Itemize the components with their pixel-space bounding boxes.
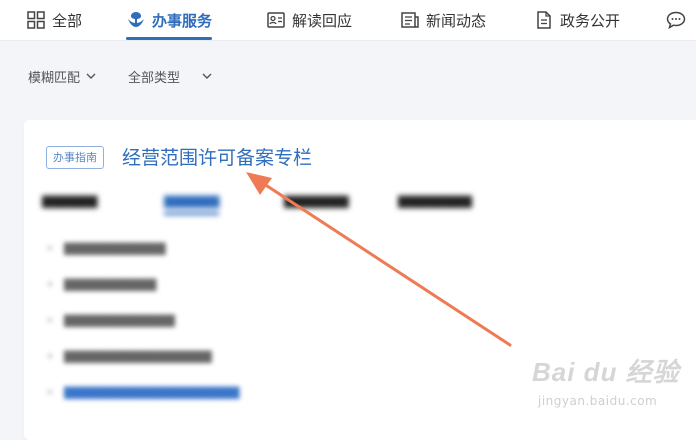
- tab-news-label: 新闻动态: [426, 11, 487, 30]
- result-subtab[interactable]: ▇▇▇▇▇▇▇: [284, 190, 349, 212]
- chat-bubble-icon: [666, 10, 686, 30]
- result-subtab-active[interactable]: ▇▇▇▇▇▇: [164, 190, 220, 215]
- result-title-link[interactable]: 经营范围许可备案专栏: [122, 146, 312, 170]
- grid-icon: [26, 10, 46, 30]
- newspaper-icon: [400, 10, 420, 30]
- match-mode-label: 模糊匹配: [28, 70, 81, 86]
- tab-news[interactable]: 新闻动态: [400, 0, 486, 40]
- list-item[interactable]: ▇▇▇▇▇▇▇▇▇▇▇▇: [48, 302, 648, 338]
- service-emblem-icon: [126, 10, 146, 30]
- result-subtab[interactable]: ▇▇▇▇▇▇▇▇: [398, 190, 472, 212]
- watermark-site: jingyan.baidu.com: [538, 394, 658, 408]
- chevron-down-icon: [202, 73, 212, 79]
- filter-bar: 模糊匹配 全部类型: [0, 58, 696, 94]
- match-mode-dropdown[interactable]: 模糊匹配: [28, 58, 96, 94]
- type-dropdown[interactable]: 全部类型: [128, 58, 212, 94]
- category-tabs: 全部 办事服务 解读回应 新闻动态 政务公开: [0, 0, 696, 41]
- tab-service[interactable]: 办事服务: [126, 0, 213, 40]
- chevron-down-icon: [86, 73, 96, 79]
- tab-affairs-label: 政务公开: [560, 11, 621, 30]
- tab-service-label: 办事服务: [152, 11, 213, 30]
- id-card-icon: [266, 10, 286, 30]
- guide-badge: 办事指南: [46, 146, 104, 169]
- tab-interpret-label: 解读回应: [292, 11, 353, 30]
- document-icon: [534, 10, 554, 30]
- type-label: 全部类型: [128, 70, 181, 86]
- tab-affairs[interactable]: 政务公开: [534, 0, 620, 40]
- list-item[interactable]: ▇▇▇▇▇▇▇▇▇▇: [48, 266, 648, 302]
- watermark-brand: Bai du 经验: [532, 357, 680, 387]
- tab-all-label: 全部: [52, 11, 83, 30]
- baidu-jingyan-watermark: Bai du 经验 jingyan.baidu.com: [532, 352, 682, 412]
- tab-all[interactable]: 全部: [26, 0, 82, 40]
- tab-interaction[interactable]: [666, 0, 692, 40]
- tab-interpret[interactable]: 解读回应: [266, 0, 352, 40]
- list-item[interactable]: ▇▇▇▇▇▇▇▇▇▇▇: [48, 230, 648, 266]
- result-subtab[interactable]: ▇▇▇▇▇▇: [42, 190, 97, 212]
